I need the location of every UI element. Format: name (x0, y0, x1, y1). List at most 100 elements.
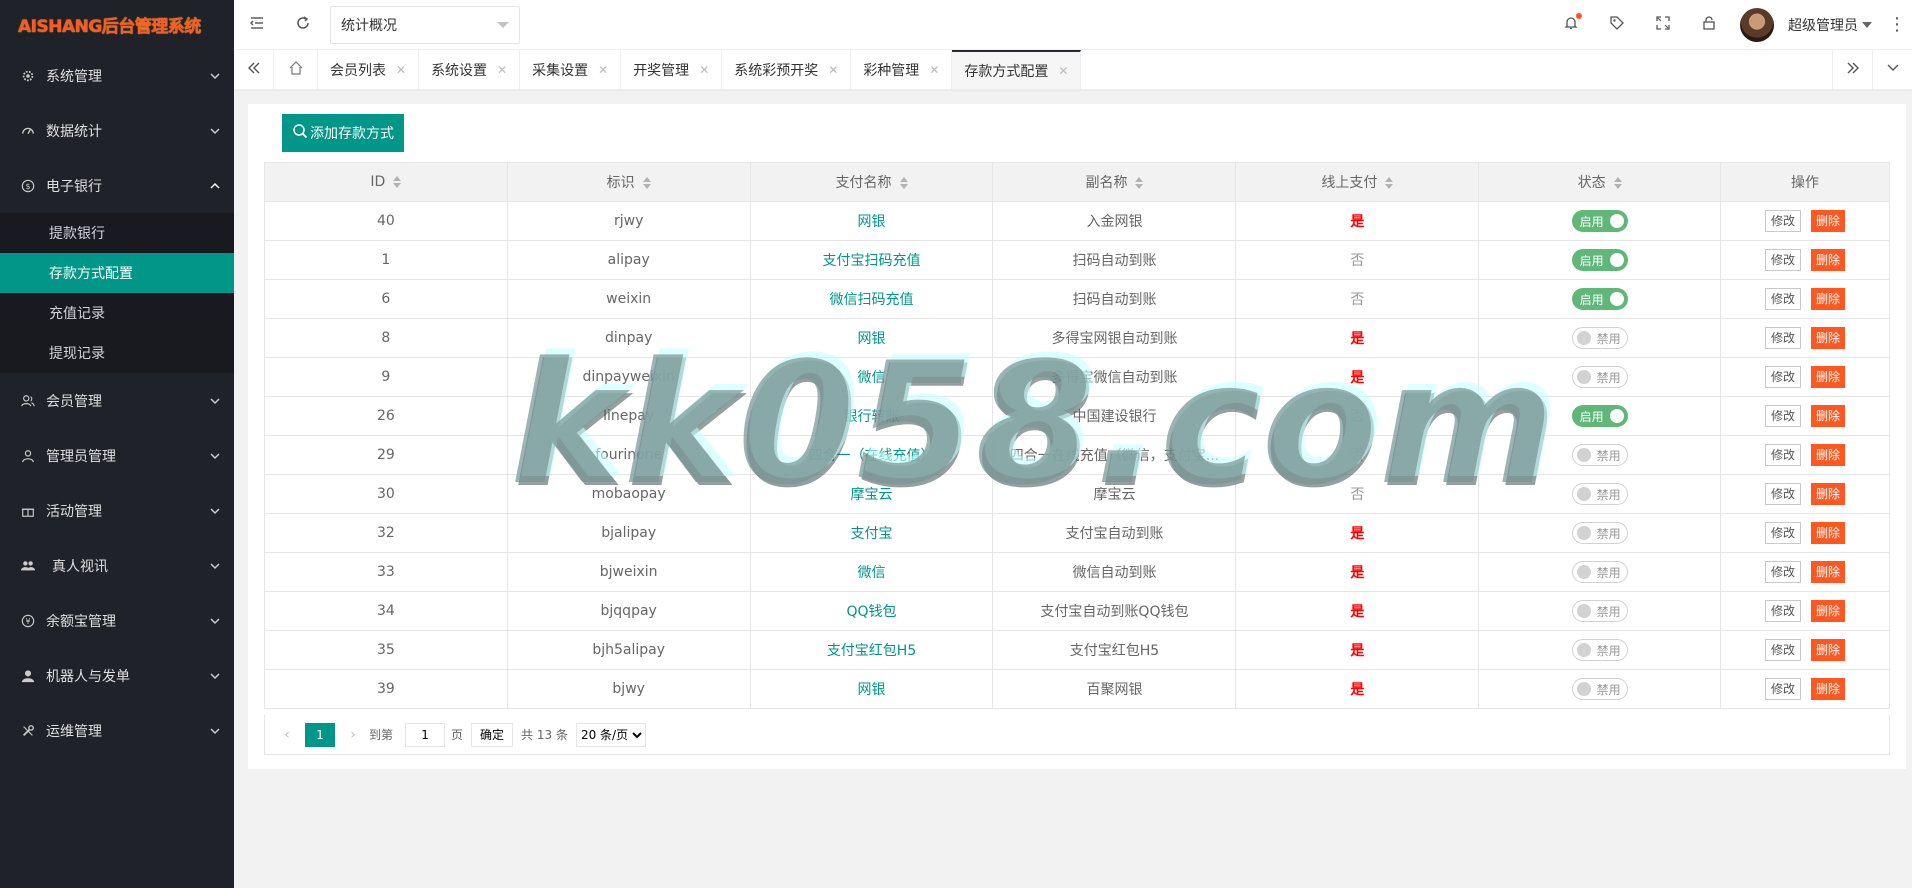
tab-deposit-config[interactable]: 存款方式配置 ✕ (952, 50, 1082, 89)
toggle-sidebar-button[interactable] (234, 0, 280, 50)
tab-menu-button[interactable] (1872, 50, 1912, 89)
edit-button[interactable]: 修改 (1765, 249, 1802, 271)
sort-icon[interactable] (642, 177, 651, 189)
prev-page-button[interactable]: ‹ (277, 727, 297, 743)
status-toggle[interactable]: 启用 (1571, 210, 1628, 232)
col-online[interactable]: 线上支付 (1235, 162, 1480, 202)
status-toggle[interactable]: 禁用 (1571, 639, 1628, 661)
sort-icon[interactable] (1613, 177, 1622, 189)
edit-button[interactable]: 修改 (1765, 600, 1802, 622)
menu-fold-icon (249, 15, 265, 35)
delete-button[interactable]: 删除 (1811, 210, 1846, 232)
status-toggle[interactable]: 禁用 (1571, 366, 1628, 388)
tab-pre-draw[interactable]: 系统彩预开奖 ✕ (722, 50, 852, 89)
edit-button[interactable]: 修改 (1765, 210, 1802, 232)
col-key[interactable]: 标识 (506, 162, 751, 202)
edit-button[interactable]: 修改 (1765, 639, 1802, 661)
close-icon[interactable]: ✕ (396, 63, 406, 77)
sidebar-item-activities[interactable]: 活动管理 (0, 483, 234, 538)
status-toggle[interactable]: 启用 (1571, 288, 1628, 310)
sidebar-item-stats[interactable]: 数据统计 (0, 103, 234, 158)
col-name[interactable]: 支付名称 (749, 162, 994, 202)
sidebar-subitem-deposit-config[interactable]: 存款方式配置 (0, 253, 234, 293)
col-id[interactable]: ID (264, 162, 508, 202)
sidebar-subitem-withdraw-bank[interactable]: 提款银行 (0, 213, 234, 253)
col-subname[interactable]: 副名称 (992, 162, 1237, 202)
tab-collect-settings[interactable]: 采集设置 ✕ (520, 50, 622, 89)
more-options-button[interactable]: ⋮ (1882, 0, 1912, 50)
sidebar-item-robot[interactable]: 机器人与发单 (0, 648, 234, 703)
delete-button[interactable]: 删除 (1811, 483, 1846, 505)
tab-scroll-right-button[interactable] (1832, 50, 1872, 89)
edit-button[interactable]: 修改 (1765, 327, 1802, 349)
edit-button[interactable]: 修改 (1765, 561, 1802, 583)
delete-button[interactable]: 删除 (1811, 678, 1846, 700)
status-toggle[interactable]: 启用 (1571, 249, 1628, 271)
fullscreen-button[interactable] (1640, 0, 1686, 50)
close-icon[interactable]: ✕ (497, 63, 507, 77)
sidebar-item-yuebao[interactable]: ¥ 余额宝管理 (0, 593, 234, 648)
tab-home[interactable] (274, 50, 318, 89)
status-toggle[interactable]: 禁用 (1571, 327, 1628, 349)
close-icon[interactable]: ✕ (699, 63, 709, 77)
close-icon[interactable]: ✕ (598, 63, 608, 77)
goto-confirm-button[interactable]: 确定 (471, 722, 514, 747)
edit-button[interactable]: 修改 (1765, 288, 1802, 310)
page-size-select[interactable]: 20 条/页 (575, 722, 646, 747)
tab-lottery-types[interactable]: 彩种管理 ✕ (851, 50, 953, 89)
status-toggle[interactable]: 禁用 (1571, 522, 1628, 544)
status-toggle[interactable]: 禁用 (1571, 600, 1628, 622)
refresh-button[interactable] (280, 0, 326, 50)
sidebar-item-admins[interactable]: 管理员管理 (0, 428, 234, 483)
sidebar-item-live-video[interactable]: 真人视讯 (0, 538, 234, 593)
current-page[interactable]: 1 (305, 722, 335, 747)
sort-icon[interactable] (899, 177, 908, 189)
sort-icon[interactable] (1135, 177, 1144, 189)
tab-system-settings[interactable]: 系统设置 ✕ (419, 50, 521, 89)
edit-button[interactable]: 修改 (1765, 405, 1802, 427)
sidebar-item-ebank[interactable]: $ 电子银行 (0, 158, 234, 213)
edit-button[interactable]: 修改 (1765, 366, 1802, 388)
lock-screen-button[interactable] (1686, 0, 1732, 50)
delete-button[interactable]: 删除 (1811, 561, 1846, 583)
delete-button[interactable]: 删除 (1811, 405, 1846, 427)
delete-button[interactable]: 删除 (1811, 327, 1846, 349)
delete-button[interactable]: 删除 (1811, 639, 1846, 661)
sidebar-item-members[interactable]: 会员管理 (0, 373, 234, 428)
tab-members[interactable]: 会员列表 ✕ (318, 50, 420, 89)
sidebar-item-ops[interactable]: 运维管理 (0, 703, 234, 758)
close-icon[interactable]: ✕ (828, 63, 838, 77)
sort-icon[interactable] (393, 176, 402, 188)
delete-button[interactable]: 删除 (1811, 522, 1846, 544)
delete-button[interactable]: 删除 (1811, 444, 1846, 466)
next-page-button[interactable]: › (343, 727, 363, 743)
add-deposit-method-button[interactable]: 添加存款方式 (282, 114, 404, 152)
edit-button[interactable]: 修改 (1765, 444, 1802, 466)
close-icon[interactable]: ✕ (1058, 64, 1068, 78)
delete-button[interactable]: 删除 (1811, 249, 1846, 271)
delete-button[interactable]: 删除 (1811, 366, 1846, 388)
tab-scroll-left-button[interactable] (234, 50, 274, 89)
goto-page-input[interactable] (405, 722, 446, 747)
edit-button[interactable]: 修改 (1765, 483, 1802, 505)
status-toggle[interactable]: 禁用 (1571, 678, 1628, 700)
notifications-button[interactable] (1548, 0, 1594, 50)
edit-button[interactable]: 修改 (1765, 678, 1802, 700)
theme-button[interactable] (1594, 0, 1640, 50)
sidebar-subitem-recharge-records[interactable]: 充值记录 (0, 293, 234, 333)
status-toggle[interactable]: 禁用 (1571, 561, 1628, 583)
sort-icon[interactable] (1385, 177, 1394, 189)
quick-select[interactable]: 统计概况 (330, 5, 520, 44)
close-icon[interactable]: ✕ (929, 63, 939, 77)
delete-button[interactable]: 删除 (1811, 288, 1846, 310)
edit-button[interactable]: 修改 (1765, 522, 1802, 544)
sidebar-subitem-withdraw-records[interactable]: 提现记录 (0, 333, 234, 373)
tab-draw-management[interactable]: 开奖管理 ✕ (621, 50, 723, 89)
sidebar-item-system[interactable]: 系统管理 (0, 48, 234, 103)
status-toggle[interactable]: 启用 (1571, 405, 1628, 427)
delete-button[interactable]: 删除 (1811, 600, 1846, 622)
status-toggle[interactable]: 禁用 (1571, 444, 1628, 466)
col-status[interactable]: 状态 (1478, 162, 1722, 202)
status-toggle[interactable]: 禁用 (1571, 483, 1628, 505)
user-menu[interactable]: 超级管理员 (1732, 0, 1882, 50)
